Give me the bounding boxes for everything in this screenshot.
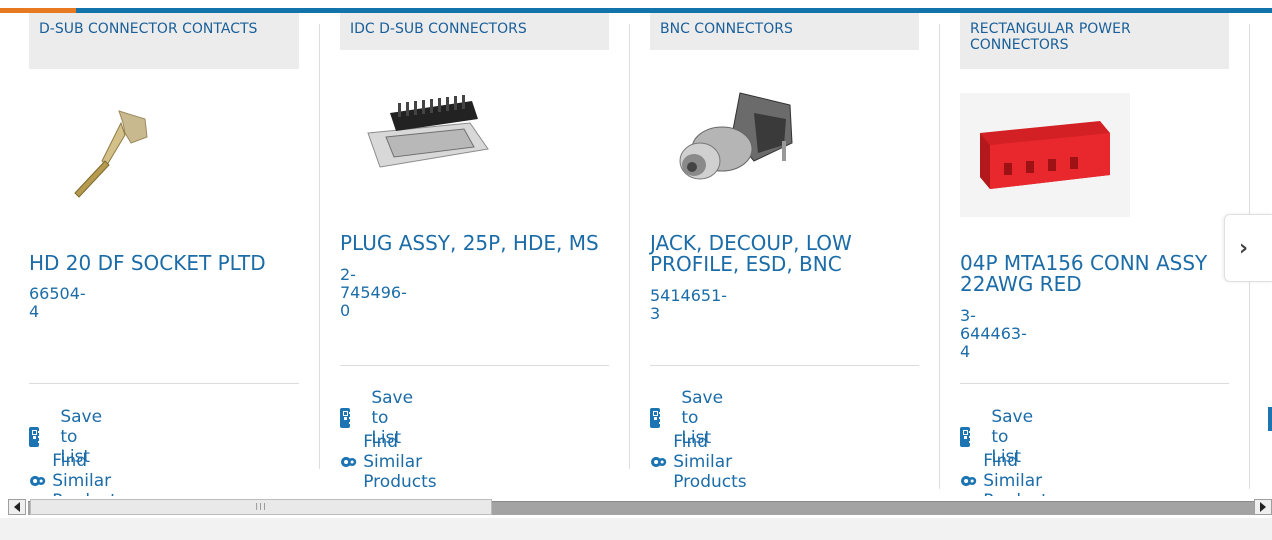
find-similar-button[interactable]: Find Similar Products (650, 432, 763, 492)
list-check-icon (29, 427, 47, 447)
category-label[interactable]: BNC CONNECTORS (650, 13, 919, 50)
list-check-icon (340, 408, 358, 428)
product-title[interactable]: JACK, DECOUP, LOW PROFILE, ESD, BNC (650, 233, 919, 275)
chevron-right-icon: › (1239, 235, 1249, 261)
part-number[interactable]: 66504-4 (29, 285, 86, 321)
category-label[interactable]: RECTANGULAR POWER CONNECTORS (960, 13, 1229, 69)
part-number[interactable]: 5414651-3 (650, 287, 727, 323)
triangle-right-icon (1260, 502, 1266, 512)
similar-label: Find Similar Products (983, 451, 1056, 496)
list-check-icon (960, 427, 978, 447)
part-number[interactable]: 2-745496-0 (340, 266, 407, 320)
card-divider (939, 24, 940, 489)
product-image[interactable] (670, 83, 810, 193)
category-label[interactable]: IDC D-SUB CONNECTORS (340, 13, 609, 50)
product-image[interactable] (960, 93, 1130, 217)
carousel-next-button[interactable]: › (1224, 214, 1272, 282)
similar-label: Find Similar Products (52, 451, 125, 496)
product-title[interactable]: 04P MTA156 CONN ASSY 22AWG RED (960, 253, 1229, 295)
similar-label: Find Similar Products (673, 432, 747, 492)
similar-label: Find Similar Products (363, 432, 437, 492)
gears-icon (341, 456, 357, 468)
separator (29, 383, 299, 384)
card-divider (319, 24, 320, 469)
scroll-thumb[interactable]: III (30, 499, 492, 515)
product-title[interactable]: PLUG ASSY, 25P, HDE, MS (340, 233, 610, 254)
separator (340, 365, 609, 366)
product-title[interactable]: HD 20 DF SOCKET PLTD (29, 253, 299, 274)
find-similar-button[interactable]: Find Similar Products (960, 451, 1073, 496)
card-divider (629, 24, 630, 469)
list-check-icon (650, 408, 668, 428)
gears-icon (30, 475, 46, 487)
part-number[interactable]: 3-644463-4 (960, 307, 1027, 361)
separator (650, 365, 919, 366)
product-image[interactable] (67, 93, 167, 203)
scroll-right-button[interactable] (1254, 499, 1272, 515)
separator (960, 383, 1229, 384)
scroll-left-button[interactable] (8, 499, 26, 515)
partial-card-edge (1268, 407, 1272, 431)
find-similar-button[interactable]: Find Similar Products (340, 432, 453, 492)
carousel-viewport: D-SUB CONNECTOR CONTACTS HD 20 DF SOCKET… (0, 0, 1272, 496)
gears-icon (961, 475, 977, 487)
scroll-grip: III (255, 501, 267, 513)
gears-icon (651, 456, 667, 468)
category-label[interactable]: D-SUB CONNECTOR CONTACTS (29, 13, 299, 69)
triangle-left-icon (14, 502, 20, 512)
find-similar-button[interactable]: Find Similar Products (29, 451, 142, 496)
horizontal-scrollbar[interactable]: III (0, 496, 1272, 518)
product-image[interactable] (360, 93, 490, 183)
